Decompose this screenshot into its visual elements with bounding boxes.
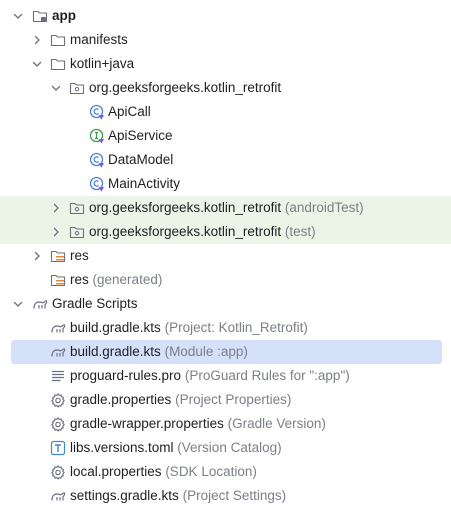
tree-node-label: proguard-rules.pro (ProGuard Rules for "… <box>70 364 350 388</box>
tree-node-local-properties[interactable]: local.properties (SDK Location) <box>0 460 451 484</box>
gradle-elephant-icon <box>50 488 66 504</box>
tree-node-libs-versions[interactable]: libs.versions.toml (Version Catalog) <box>0 436 451 460</box>
file-name: gradle.properties <box>70 392 172 407</box>
kotlin-class-icon <box>89 176 105 192</box>
file-hint: (Project Settings) <box>182 488 287 503</box>
tree-node-label: gradle-wrapper.properties (Gradle Versio… <box>70 412 326 436</box>
tree-node-package-main[interactable]: org.geeksforgeeks.kotlin_retrofit <box>0 76 451 100</box>
tree-node-gradle-scripts[interactable]: Gradle Scripts <box>0 292 451 316</box>
kotlin-class-icon <box>89 152 105 168</box>
tree-node-datamodel[interactable]: DataModel <box>0 148 451 172</box>
gradle-elephant-icon <box>50 344 66 360</box>
tree-node-proguard-rules[interactable]: proguard-rules.pro (ProGuard Rules for "… <box>0 364 451 388</box>
tree-node-label: org.geeksforgeeks.kotlin_retrofit (test) <box>89 220 316 244</box>
source-set-hint: (test) <box>284 224 316 239</box>
file-name: proguard-rules.pro <box>70 368 182 383</box>
tree-node-label: DataModel <box>108 152 174 167</box>
chevron-down-icon[interactable] <box>30 57 44 71</box>
project-tree: app manifests kotlin+java org.geeksforge… <box>0 0 451 518</box>
file-hint: (Version Catalog) <box>177 440 282 455</box>
tree-node-label: ApiCall <box>108 104 151 119</box>
generated-hint: (generated) <box>92 272 163 287</box>
tree-node-res-generated[interactable]: res (generated) <box>0 268 451 292</box>
tree-node-label: build.gradle.kts (Project: Kotlin_Retrof… <box>70 316 308 340</box>
package-name: org.geeksforgeeks.kotlin_retrofit <box>89 200 282 215</box>
tree-node-res[interactable]: res <box>0 244 451 268</box>
file-hint: (Project Properties) <box>175 392 292 407</box>
folder-name: res <box>70 272 89 287</box>
tree-node-label: res <box>70 248 89 263</box>
toml-file-icon <box>50 440 66 456</box>
tree-node-label: Gradle Scripts <box>52 296 138 311</box>
gradle-elephant-icon <box>50 320 66 336</box>
folder-icon <box>50 56 66 72</box>
tree-node-label: manifests <box>70 32 128 47</box>
tree-node-label: local.properties (SDK Location) <box>70 460 257 484</box>
file-name: gradle-wrapper.properties <box>70 416 224 431</box>
file-hint: (ProGuard Rules for ":app") <box>184 368 350 383</box>
file-hint: (SDK Location) <box>165 464 257 479</box>
tree-node-label: org.geeksforgeeks.kotlin_retrofit (andro… <box>89 196 364 220</box>
gear-icon <box>50 464 66 480</box>
package-icon <box>69 200 85 216</box>
kotlin-class-icon <box>89 104 105 120</box>
tree-node-label: res (generated) <box>70 268 162 292</box>
tree-node-label: MainActivity <box>108 176 181 191</box>
gear-icon <box>50 416 66 432</box>
chevron-right-icon[interactable] <box>30 33 44 47</box>
module-folder-icon <box>32 8 48 24</box>
package-name: org.geeksforgeeks.kotlin_retrofit <box>89 224 282 239</box>
file-name: local.properties <box>70 464 162 479</box>
tree-node-label: build.gradle.kts (Module :app) <box>70 340 248 364</box>
tree-node-kotlin-java[interactable]: kotlin+java <box>0 52 451 76</box>
chevron-down-icon[interactable] <box>11 297 25 311</box>
package-icon <box>69 80 85 96</box>
file-name: settings.gradle.kts <box>70 488 179 503</box>
tree-node-package-android-test[interactable]: org.geeksforgeeks.kotlin_retrofit (andro… <box>0 196 451 220</box>
file-hint: (Module :app) <box>164 344 248 359</box>
resource-folder-icon <box>50 272 66 288</box>
file-name: libs.versions.toml <box>70 440 174 455</box>
gear-icon <box>50 392 66 408</box>
tree-node-manifests[interactable]: manifests <box>0 28 451 52</box>
file-name: build.gradle.kts <box>70 344 161 359</box>
folder-icon <box>50 32 66 48</box>
file-hint: (Project: Kotlin_Retrofit) <box>164 320 308 335</box>
tree-node-apiservice[interactable]: ApiService <box>0 124 451 148</box>
kotlin-interface-icon <box>89 128 105 144</box>
tree-node-gradle-wrapper[interactable]: gradle-wrapper.properties (Gradle Versio… <box>0 412 451 436</box>
chevron-right-icon[interactable] <box>49 201 63 215</box>
tree-node-label: org.geeksforgeeks.kotlin_retrofit <box>89 80 282 95</box>
tree-node-label: kotlin+java <box>70 56 135 71</box>
chevron-right-icon[interactable] <box>49 225 63 239</box>
tree-node-label: ApiService <box>108 128 173 143</box>
tree-node-settings-gradle[interactable]: settings.gradle.kts (Project Settings) <box>0 484 451 508</box>
chevron-down-icon[interactable] <box>11 9 25 23</box>
tree-node-apicall[interactable]: ApiCall <box>0 100 451 124</box>
package-icon <box>69 224 85 240</box>
resource-folder-icon <box>50 248 66 264</box>
tree-node-label: gradle.properties (Project Properties) <box>70 388 291 412</box>
file-name: build.gradle.kts <box>70 320 161 335</box>
text-file-icon <box>50 368 66 384</box>
tree-node-gradle-properties[interactable]: gradle.properties (Project Properties) <box>0 388 451 412</box>
tree-node-label: settings.gradle.kts (Project Settings) <box>70 484 286 508</box>
tree-node-build-gradle-module[interactable]: build.gradle.kts (Module :app) <box>11 340 442 364</box>
tree-node-label: app <box>52 8 77 23</box>
tree-node-build-gradle-project[interactable]: build.gradle.kts (Project: Kotlin_Retrof… <box>0 316 451 340</box>
chevron-down-icon[interactable] <box>49 81 63 95</box>
tree-node-package-test[interactable]: org.geeksforgeeks.kotlin_retrofit (test) <box>0 220 451 244</box>
chevron-right-icon[interactable] <box>30 249 44 263</box>
tree-node-label: libs.versions.toml (Version Catalog) <box>70 436 282 460</box>
file-hint: (Gradle Version) <box>227 416 326 431</box>
tree-node-app[interactable]: app <box>0 4 451 28</box>
tree-node-mainactivity[interactable]: MainActivity <box>0 172 451 196</box>
gradle-elephant-icon <box>32 296 48 312</box>
source-set-hint: (androidTest) <box>284 200 364 215</box>
